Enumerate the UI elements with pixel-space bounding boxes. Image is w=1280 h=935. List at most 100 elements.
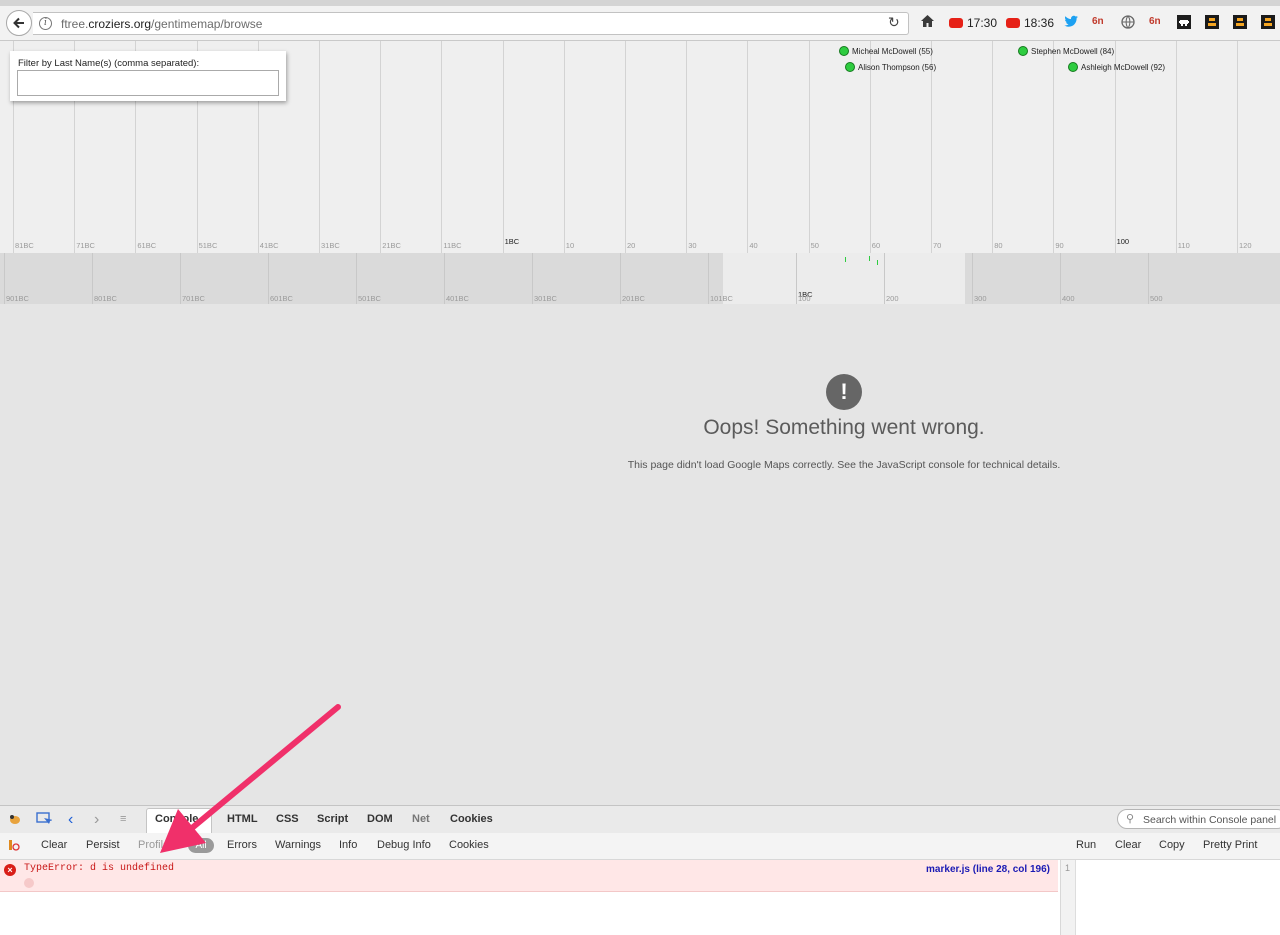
globe-icon[interactable] <box>1121 15 1135 34</box>
chevron-left-icon[interactable]: ‹ <box>68 811 73 829</box>
error-source-link[interactable]: marker.js (line 28, col 196) <box>926 864 1050 875</box>
space-invader-icon[interactable] <box>1177 15 1191 29</box>
extension-icon-2[interactable] <box>1233 15 1247 29</box>
extension-icon-1[interactable] <box>1205 15 1219 29</box>
timeline-tick-label: 21BC <box>382 241 401 250</box>
youtube-bookmark-1[interactable]: 17:30 <box>949 16 997 30</box>
tab-cookies[interactable]: Cookies <box>450 813 493 825</box>
persist-button[interactable]: Persist <box>86 839 120 851</box>
console-options-icon[interactable] <box>8 838 20 857</box>
info-icon[interactable]: i <box>39 17 52 30</box>
overview-gridline <box>1148 253 1149 304</box>
youtube-bookmark-2[interactable]: 18:36 <box>1006 16 1054 30</box>
overview-tick-label: 301BC <box>534 294 557 303</box>
timeline-gridline <box>747 41 749 253</box>
marker-label: Ashleigh McDowell (92) <box>1081 62 1166 72</box>
timeline-event-marker[interactable]: Alison Thompson (56) <box>845 62 936 72</box>
timeline-tick-label: 1BC <box>504 237 520 246</box>
overview-gridline <box>268 253 269 304</box>
address-bar[interactable]: i ftree.croziers.org/gentimemap/browse <box>33 12 909 35</box>
chevron-right-icon[interactable]: › <box>94 811 99 829</box>
timeline-gridline <box>1175 41 1177 253</box>
extension-icon-3[interactable] <box>1261 15 1275 29</box>
overview-tick-label: 601BC <box>270 294 293 303</box>
profile-button[interactable]: Profile <box>138 839 178 851</box>
youtube-icon <box>1006 18 1020 28</box>
overview-tick-label: 300 <box>974 294 987 303</box>
search-icon: ⚲ <box>1126 813 1135 825</box>
map-area[interactable] <box>0 304 1280 804</box>
timeline-tick-label: 81BC <box>15 241 34 250</box>
timeline-band-overview[interactable]: 901BC 801BC 701BC 601BC 501BC 401BC 301BC 201BC… <box>0 253 1280 304</box>
marker-dot-icon <box>1068 62 1078 72</box>
console-search-box[interactable]: ⚲ Search within Console panel <box>1117 809 1280 829</box>
timeline-gridline <box>1053 41 1055 253</box>
tab-html[interactable]: HTML <box>227 813 258 825</box>
marker-label: Stephen McDowell (84) <box>1031 46 1115 56</box>
tab-net[interactable]: Net <box>412 813 430 825</box>
overview-tick-label: 701BC <box>182 294 205 303</box>
exclamation-icon: ! <box>826 374 862 410</box>
overview-gridline <box>620 253 621 304</box>
filter-warnings-button[interactable]: Warnings <box>275 839 321 851</box>
timeline-tick-label: 11BC <box>443 241 462 250</box>
overview-gridline <box>180 253 181 304</box>
overview-gridline <box>444 253 445 304</box>
tab-css[interactable]: CSS <box>276 813 299 825</box>
overview-tick-label: 101BC <box>710 294 733 303</box>
tab-dom[interactable]: DOM <box>367 813 393 825</box>
run-button[interactable]: Run <box>1076 839 1096 851</box>
map-error-title: Oops! Something went wrong. <box>703 416 985 439</box>
filter-errors-button[interactable]: Errors <box>227 839 257 851</box>
filter-all-button[interactable]: All <box>188 838 214 853</box>
overview-tick-label: 501BC <box>358 294 381 303</box>
filter-cookies-button[interactable]: Cookies <box>449 839 489 851</box>
overview-tick-label: 201BC <box>622 294 645 303</box>
last-name-filter-input[interactable] <box>17 70 279 96</box>
overview-gridline <box>532 253 533 304</box>
filter-info-button[interactable]: Info <box>339 839 357 851</box>
twitter-icon[interactable] <box>1064 15 1079 33</box>
tab-console-label[interactable]: Console <box>155 813 198 825</box>
reload-icon[interactable]: ↻ <box>888 14 900 31</box>
timeline-gridline <box>563 41 565 253</box>
overview-gridline <box>796 253 797 304</box>
timeline-event-marker[interactable]: Micheal McDowell (55) <box>839 46 933 56</box>
bookmark-badge-1[interactable]: 6n <box>1092 16 1104 27</box>
overview-tick-label: 200 <box>886 294 899 303</box>
home-icon[interactable] <box>920 14 935 33</box>
editor-clear-button[interactable]: Clear <box>1115 839 1141 851</box>
timeline-gridline <box>319 41 320 253</box>
console-filter-bar: Clear Persist Profile All Errors Warning… <box>0 833 1280 860</box>
overview-event-tick <box>845 257 846 262</box>
timeline-gridline <box>625 41 626 253</box>
marker-dot-icon <box>845 62 855 72</box>
pretty-print-button[interactable]: Pretty Print <box>1203 839 1257 851</box>
timeline-gridline <box>808 41 810 253</box>
timeline-event-marker[interactable]: Stephen McDowell (84) <box>1018 46 1114 56</box>
firebug-icon[interactable] <box>8 812 22 831</box>
timeline-tick-label: 70 <box>933 241 942 250</box>
inspect-element-icon[interactable] <box>36 812 53 831</box>
overview-gridline <box>972 253 973 304</box>
bookmark-badge-2[interactable]: 6n <box>1149 16 1161 27</box>
tab-script[interactable]: Script <box>317 813 348 825</box>
timeline-tick-label: 80 <box>994 241 1003 250</box>
filter-debug-button[interactable]: Debug Info <box>377 839 431 851</box>
overview-highlight-window[interactable] <box>723 253 965 304</box>
back-button[interactable] <box>6 10 32 36</box>
timeline-gridline <box>1237 41 1238 253</box>
timeline-gridline <box>686 41 688 253</box>
timeline-event-marker[interactable]: Ashleigh McDowell (92) <box>1068 62 1165 72</box>
overview-gridline <box>708 253 709 304</box>
timeline-tick-label: 71BC <box>76 241 95 250</box>
copy-button[interactable]: Copy <box>1159 839 1185 851</box>
stack-toggle-icon[interactable] <box>24 878 34 888</box>
clear-button[interactable]: Clear <box>41 839 67 851</box>
command-editor[interactable]: 1 <box>1060 860 1280 935</box>
console-error-row[interactable]: × TypeError: d is undefined marker.js (l… <box>0 860 1058 892</box>
search-placeholder: Search within Console panel <box>1143 814 1277 826</box>
line-number: 1 <box>1065 863 1071 873</box>
list-icon[interactable]: ≡ <box>120 813 126 825</box>
timeline-gridline <box>502 41 504 253</box>
